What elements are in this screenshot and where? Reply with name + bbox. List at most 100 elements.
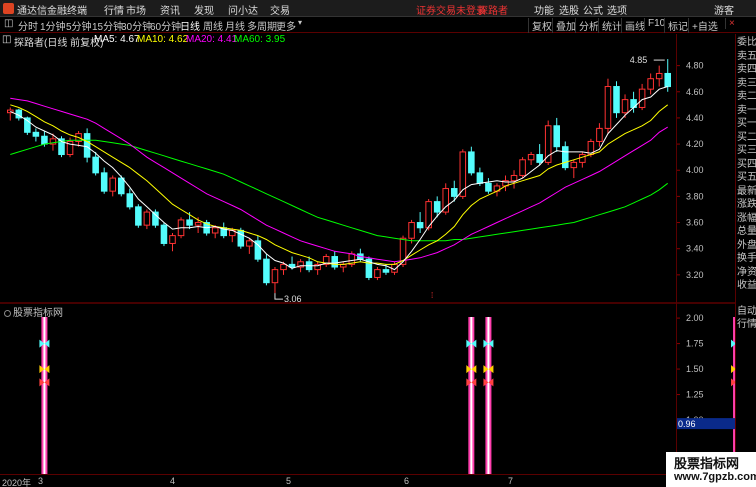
menu-gongneng[interactable]: 功能 bbox=[534, 2, 554, 17]
right-panel-item: 最新 bbox=[737, 185, 756, 197]
watermark-line2: www.7gpzb.com bbox=[674, 471, 756, 483]
high-label: 4.85 bbox=[630, 55, 648, 65]
candle-body bbox=[476, 172, 484, 184]
right-panel-item: 卖三 bbox=[737, 77, 756, 89]
candle-body bbox=[655, 72, 663, 80]
menu-wenxiaoda[interactable]: 问小达 bbox=[228, 2, 258, 17]
ind-current-value: 0.96 bbox=[678, 419, 696, 429]
menu-xuangu[interactable]: 选股 bbox=[559, 2, 579, 17]
x-axis: 2020年 3 4 5 6 7 bbox=[0, 474, 735, 487]
menu-gongshi[interactable]: 公式 bbox=[583, 2, 603, 17]
ma10-line bbox=[10, 104, 669, 265]
toolbar-square-icon[interactable]: ◫ bbox=[4, 18, 13, 29]
close-icon[interactable]: × bbox=[725, 18, 738, 29]
candle-body bbox=[510, 174, 518, 182]
stock-name: 探路者 bbox=[478, 6, 508, 17]
title-bar: 通达信金融终端 行情 市场 资讯 发现 问小达 交易 证券交易未登录 探路者 功… bbox=[0, 0, 756, 17]
menu-xuanxiang[interactable]: 选项 bbox=[607, 2, 627, 17]
right-panel-item: 买一 bbox=[737, 118, 756, 129]
legend-ma10: MA10: 4.62 bbox=[137, 34, 189, 45]
right-panel-item: 买四 bbox=[737, 158, 756, 170]
period-monthly[interactable]: 月线 bbox=[225, 18, 245, 33]
right-panel-item[interactable]: 行情 bbox=[737, 318, 756, 331]
menu-youke[interactable]: 游客 bbox=[714, 2, 734, 17]
x-label-year: 2020年 bbox=[2, 478, 32, 487]
right-panel-item: 委比 bbox=[737, 37, 756, 48]
candle-body bbox=[664, 72, 672, 88]
price-tick-label: 4.80 bbox=[686, 61, 704, 71]
period-weekly[interactable]: 周线 bbox=[203, 18, 223, 33]
period-daily[interactable]: 日线 bbox=[180, 18, 200, 33]
candle-body bbox=[382, 269, 390, 273]
candle-body bbox=[468, 151, 475, 174]
x-label-3: 3 bbox=[38, 476, 44, 486]
btn-fuquan[interactable]: 复权 bbox=[528, 18, 555, 33]
low-label: 3.06 bbox=[284, 294, 302, 304]
watermark-line1: 股票指标网 bbox=[674, 456, 740, 471]
legend-sq-icon[interactable]: ◫ bbox=[2, 34, 11, 45]
candle-body bbox=[561, 146, 569, 169]
menu-hangqing[interactable]: 行情 bbox=[104, 2, 124, 17]
right-panel-item: 外盘 bbox=[737, 239, 756, 251]
candle-body bbox=[450, 188, 458, 197]
menu-shichang[interactable]: 市场 bbox=[126, 2, 146, 17]
candle-body bbox=[143, 211, 151, 226]
period-5min[interactable]: 5分钟 bbox=[66, 18, 92, 33]
menu-faxian[interactable]: 发现 bbox=[194, 2, 214, 17]
menu-jiaoyi[interactable]: 交易 bbox=[270, 2, 290, 17]
btn-zixuan[interactable]: +自选 bbox=[688, 18, 721, 33]
candle-body bbox=[280, 263, 287, 271]
price-tick-label: 3.20 bbox=[686, 270, 704, 280]
right-panel-item: 涨跌 bbox=[737, 199, 756, 210]
candle-body bbox=[331, 256, 339, 268]
candlestick-chart[interactable]: 4.80 4.60 4.40 4.20 4.00 3.80 3.60 3.40 3.20 4.8… bbox=[0, 46, 735, 304]
candle-body bbox=[152, 211, 159, 226]
period-15min[interactable]: 15分钟 bbox=[92, 18, 123, 33]
candle-body bbox=[570, 161, 578, 169]
ma20-line bbox=[10, 97, 668, 263]
login-notice[interactable]: 证券交易未登录 bbox=[416, 2, 486, 17]
legend-ma20: MA20: 4.41 bbox=[186, 34, 238, 45]
candle-body bbox=[613, 86, 620, 114]
watermark: 股票指标网 www.7gpzb.com bbox=[666, 452, 756, 487]
more-chevron-icon[interactable]: ▾ bbox=[298, 18, 302, 27]
period-30min[interactable]: 30分钟 bbox=[121, 18, 152, 33]
candle-body bbox=[83, 133, 91, 158]
ma5-line bbox=[10, 86, 668, 271]
x-label-4: 4 bbox=[170, 476, 176, 486]
candle-body bbox=[117, 177, 125, 195]
ind-tick-label: 2.00 bbox=[686, 313, 704, 323]
period-more[interactable]: 更多 bbox=[276, 18, 296, 33]
candle-body bbox=[536, 154, 543, 163]
menu-zixun[interactable]: 资讯 bbox=[160, 2, 180, 17]
low-leader bbox=[274, 293, 283, 300]
candle-body bbox=[485, 182, 492, 192]
period-toolbar: ◫ 分时 1分钟 5分钟 15分钟 30分钟 60分钟 日线 周线 月线 多周期… bbox=[0, 17, 756, 33]
right-panel-item: 卖一 bbox=[737, 104, 756, 116]
price-tick-label: 3.60 bbox=[686, 218, 704, 228]
candle-body bbox=[109, 177, 117, 192]
right-panel-item[interactable]: 自动 bbox=[737, 305, 756, 318]
candle-body bbox=[169, 235, 176, 244]
x-label-6: 6 bbox=[404, 476, 410, 486]
candle-body bbox=[32, 131, 40, 137]
signal-bar-core bbox=[487, 317, 490, 474]
period-1min[interactable]: 1分钟 bbox=[40, 18, 66, 33]
right-panel-item: 买二 bbox=[737, 131, 756, 143]
period-fenshi[interactable]: 分时 bbox=[18, 18, 38, 33]
period-60min[interactable]: 60分钟 bbox=[150, 18, 181, 33]
right-panel-item: 收益 bbox=[737, 280, 756, 291]
candle-body bbox=[408, 222, 415, 239]
ind-tick-label: 1.75 bbox=[686, 339, 704, 349]
btn-biaoji[interactable]: 标记 bbox=[664, 18, 691, 33]
legend-ma5: MA5: 4.67 bbox=[94, 34, 140, 45]
candle-body bbox=[126, 193, 134, 208]
price-tick-label: 4.40 bbox=[686, 113, 704, 123]
period-multi[interactable]: 多周期 bbox=[247, 18, 277, 33]
app-name: 通达信金融终端 bbox=[17, 6, 87, 17]
price-tick-label: 4.60 bbox=[686, 87, 704, 97]
indicator-chart[interactable]: 2.001.751.501.251.000.96 bbox=[0, 305, 735, 474]
candle-body bbox=[596, 127, 603, 142]
right-panel-item: 换手 bbox=[737, 253, 756, 264]
candle-body bbox=[579, 154, 586, 163]
